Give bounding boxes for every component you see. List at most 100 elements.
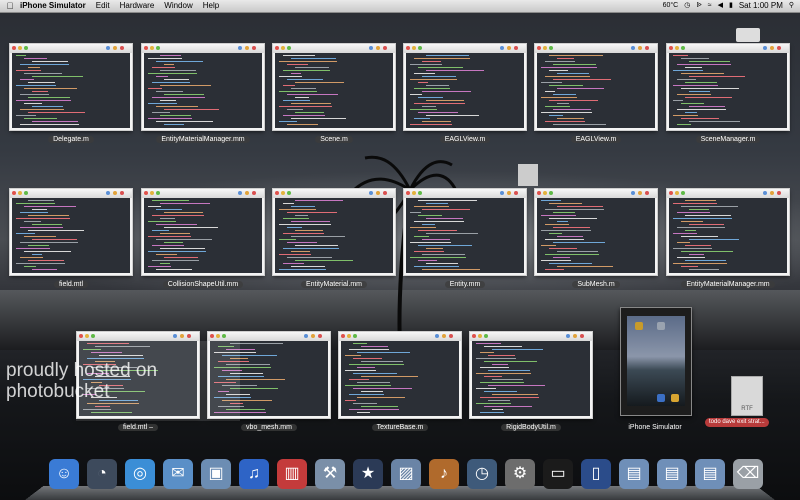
apple-menu-icon[interactable]:  xyxy=(0,0,20,12)
window-titlebar xyxy=(142,189,264,198)
window-label-text: Scene.m xyxy=(315,136,353,143)
menu-clock[interactable]: Sat 1:00 PM xyxy=(739,0,783,12)
desktop-drive-icon[interactable] xyxy=(736,28,760,42)
app-icon xyxy=(657,322,665,330)
window-label: TextureBase.m xyxy=(324,423,476,433)
itunes-icon[interactable]: ♫ xyxy=(239,459,269,489)
expose-window[interactable]: SubMesh.m xyxy=(535,189,657,288)
code-editor-area xyxy=(537,53,655,128)
menu-edit[interactable]: Edit xyxy=(96,0,110,12)
iphone-simulator-window[interactable] xyxy=(620,307,692,416)
window-titlebar xyxy=(208,332,330,341)
code-editor-area xyxy=(275,198,393,273)
expose-window[interactable]: CollisionShapeUtil.mm xyxy=(142,189,264,288)
expose-window[interactable]: EntityMaterial.mm xyxy=(273,189,395,288)
window-thumbnail xyxy=(142,44,264,130)
window-thumbnail xyxy=(273,44,395,130)
battery-icon[interactable]: ▮ xyxy=(729,0,733,12)
imovie-icon[interactable]: ★ xyxy=(353,459,383,489)
code-editor-area xyxy=(472,341,590,416)
window-label-text: EntityMaterialManager.mm xyxy=(681,281,775,288)
terminal-icon[interactable]: ▭ xyxy=(543,459,573,489)
window-titlebar xyxy=(77,332,199,341)
window-label: EAGLView.m xyxy=(520,135,672,145)
bluetooth-icon[interactable]: ᐉ xyxy=(696,0,701,12)
safari-icon[interactable]: ◎ xyxy=(125,459,155,489)
window-titlebar xyxy=(142,44,264,53)
xcode-icon[interactable]: ⚒ xyxy=(315,459,345,489)
volume-icon[interactable]: ◀ xyxy=(718,0,723,12)
window-label-text: SceneManager.m xyxy=(695,136,761,143)
window-label: EntityMaterial.mm xyxy=(258,280,410,290)
window-label: Scene.m xyxy=(258,135,410,145)
window-label: field.mtl xyxy=(0,280,147,290)
expose-window[interactable]: EntityMaterialManager.mm xyxy=(667,189,789,288)
window-titlebar xyxy=(667,189,789,198)
code-editor-area xyxy=(406,198,524,273)
iphoto-icon[interactable]: ▨ xyxy=(391,459,421,489)
downloads-folder-icon[interactable]: ▤ xyxy=(695,459,725,489)
trash-icon[interactable]: ⌫ xyxy=(733,459,763,489)
window-label-text: EAGLView.m xyxy=(570,136,622,143)
window-thumbnail xyxy=(142,189,264,275)
window-label: field.mtl – xyxy=(62,423,214,433)
simulator-screen xyxy=(627,316,685,406)
desktop-document-icon[interactable] xyxy=(518,164,538,186)
expose-window[interactable]: TextureBase.m xyxy=(339,332,461,431)
menu-hardware[interactable]: Hardware xyxy=(120,0,155,12)
dashboard-icon[interactable]: ◔ xyxy=(87,459,117,489)
system-preferences-icon[interactable]: ⚙ xyxy=(505,459,535,489)
window-titlebar xyxy=(667,44,789,53)
window-label: Entity.mm xyxy=(389,280,541,290)
photobucket-watermark: proudly hosted on photobucket xyxy=(6,360,157,402)
expose-window[interactable]: EntityMaterialManager.mm xyxy=(142,44,264,143)
expose-window[interactable]: RigidBodyUtil.m xyxy=(470,332,592,431)
menu-app-name[interactable]: iPhone Simulator xyxy=(20,0,86,12)
temperature-readout[interactable]: 60°C xyxy=(663,0,679,12)
applications-folder-icon[interactable]: ▤ xyxy=(619,459,649,489)
window-label: EntityMaterialManager.mm xyxy=(127,135,279,145)
window-thumbnail xyxy=(339,332,461,418)
window-thumbnail xyxy=(667,44,789,130)
menu-help[interactable]: Help xyxy=(203,0,219,12)
watermark-line-2: photobucket xyxy=(6,381,110,402)
window-thumbnail xyxy=(404,189,526,275)
code-editor-area xyxy=(275,53,393,128)
rtf-document-icon[interactable]: RTF xyxy=(731,376,763,416)
code-editor-area xyxy=(144,198,262,273)
documents-folder-icon[interactable]: ▤ xyxy=(657,459,687,489)
expose-window[interactable]: Delegate.m xyxy=(10,44,132,143)
simulator-label: iPhone Simulator xyxy=(628,424,682,431)
expose-window[interactable]: Entity.mm xyxy=(404,189,526,288)
app-icon xyxy=(657,394,665,402)
window-label: EAGLView.m xyxy=(389,135,541,145)
expose-window[interactable]: EAGLView.m xyxy=(535,44,657,143)
expose-window[interactable]: EAGLView.m xyxy=(404,44,526,143)
window-thumbnail xyxy=(10,189,132,275)
spotlight-icon[interactable]: ⚲ xyxy=(789,0,794,12)
window-thumbnail xyxy=(10,44,132,130)
window-label-text: EAGLView.m xyxy=(439,136,491,143)
finder-icon[interactable]: ☺ xyxy=(49,459,79,489)
time-machine-status-icon[interactable]: ◷ xyxy=(684,0,690,12)
window-label-text: TextureBase.m xyxy=(371,424,429,431)
window-thumbnail xyxy=(273,189,395,275)
menu-bar:  iPhone Simulator Edit Hardware Window … xyxy=(0,0,800,13)
parallels-icon[interactable]: ▥ xyxy=(277,459,307,489)
time-machine-icon[interactable]: ◷ xyxy=(467,459,497,489)
expose-window[interactable]: Scene.m xyxy=(273,44,395,143)
code-editor-area xyxy=(669,198,787,273)
dock: ☺ ◔ ◎ ✉ ▣ ♫ ▥ ⚒ ★ ▨ ♪ ◷ ⚙ ▭ ▯ ▤ ▤ ▤ ⌫ xyxy=(25,454,775,500)
window-titlebar xyxy=(10,44,132,53)
expose-window[interactable]: field.mtl xyxy=(10,189,132,288)
window-label: vbo_mesh.mm xyxy=(193,423,345,433)
expose-window[interactable]: SceneManager.m xyxy=(667,44,789,143)
iphone-simulator-icon[interactable]: ▯ xyxy=(581,459,611,489)
preview-icon[interactable]: ▣ xyxy=(201,459,231,489)
mail-icon[interactable]: ✉ xyxy=(163,459,193,489)
window-label: Delegate.m xyxy=(0,135,147,145)
code-editor-area xyxy=(12,53,130,128)
wifi-icon[interactable]: ≈ xyxy=(708,0,712,12)
menu-window[interactable]: Window xyxy=(164,0,192,12)
garageband-icon[interactable]: ♪ xyxy=(429,459,459,489)
